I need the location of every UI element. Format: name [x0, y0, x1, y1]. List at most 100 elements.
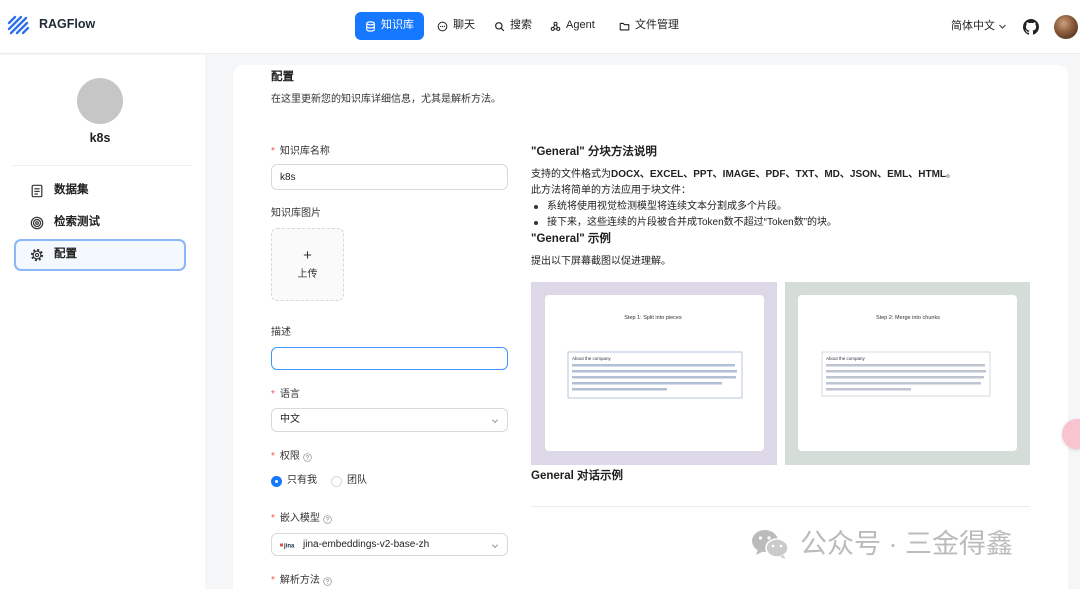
nav-label: 聊天	[453, 19, 475, 32]
bullet-dot	[534, 205, 538, 209]
language-selector[interactable]: 简体中文	[951, 20, 995, 33]
kb-name: k8s	[89, 131, 111, 145]
sidebar-divider	[12, 165, 192, 166]
nav-file-management[interactable]: 文件管理	[609, 12, 689, 40]
chevron-down-icon	[491, 419, 499, 424]
language-label: * 语言	[271, 389, 300, 401]
user-avatar[interactable]	[1054, 15, 1078, 39]
permission-label: * 权限	[271, 451, 312, 463]
configuration-card: 配置 在这里更新您的知识库详细信息，尤其是解析方法。 * 知识库名称 知识库图片…	[233, 65, 1068, 589]
sidebar-item-configuration[interactable]: 配置	[14, 239, 186, 271]
dataset-icon	[31, 184, 43, 198]
example-caption: Step 2: Merge into chunks	[876, 315, 940, 321]
required-mark: *	[271, 575, 275, 586]
section-divider	[531, 506, 1030, 507]
nav-label: 知识库	[381, 19, 414, 32]
example-description: 提出以下屏幕截图以促进理解。	[531, 256, 671, 267]
example-image-split: Step 1: Split into pieces About the comp…	[531, 282, 777, 465]
database-icon	[366, 20, 375, 32]
label-text: 语言	[279, 389, 300, 400]
jina-logo: jina	[280, 543, 295, 549]
permission-radio-group: 只有我 团队	[271, 475, 381, 487]
label-text: 权限	[279, 451, 300, 462]
chevron-down-icon	[491, 544, 499, 549]
formats-suffix: 。	[946, 169, 957, 180]
bullet-text: 接下来，这些连续的片段被合并成Token数不超过“Token数”的块。	[547, 217, 838, 228]
dialog-example-title: General 对话示例	[531, 470, 624, 482]
example-image-merge: Step 2: Merge into chunks About the comp…	[785, 282, 1030, 465]
description-input[interactable]	[271, 347, 508, 370]
method-description: 此方法将简单的方法应用于块文件：	[531, 185, 691, 196]
radio-team[interactable]: 团队	[331, 475, 367, 487]
example-text-line	[826, 364, 985, 367]
chat-icon	[437, 21, 448, 31]
sidebar-item-label: 配置	[54, 248, 77, 261]
supported-formats: 支持的文件格式为DOCX、EXCEL、PPT、IMAGE、PDF、TXT、MD、…	[531, 169, 956, 181]
parser-label: * 解析方法	[271, 575, 332, 587]
example-text-line	[826, 388, 911, 391]
bullet-dot	[534, 221, 538, 225]
language-select[interactable]: 中文	[271, 408, 508, 432]
jina-logo-text: jina	[283, 543, 295, 549]
method-bullet: 接下来，这些连续的片段被合并成Token数不超过“Token数”的块。	[531, 217, 837, 229]
example-section-heading: About the company	[572, 356, 612, 361]
label-text: 嵌入模型	[279, 513, 320, 524]
sidebar-item-dataset[interactable]: 数据集	[14, 175, 186, 207]
example-text-line	[572, 370, 737, 373]
sidebar-item-retrieval-test[interactable]: 检索测试	[14, 207, 186, 239]
retrieval-test-icon	[30, 216, 44, 230]
radio-only-me[interactable]: 只有我	[271, 475, 317, 487]
example-text-line	[572, 364, 735, 367]
ragflow-logo-icon	[7, 15, 30, 35]
example-text-line	[826, 382, 981, 385]
top-header: RAGFlow 知识库 聊天 搜索 Agent 文件管理 简体中文	[0, 0, 1080, 54]
example-section-heading: About the company	[826, 356, 866, 361]
sidebar-item-label: 数据集	[54, 184, 89, 197]
app-name: RAGFlow	[39, 17, 96, 31]
description-label: 描述	[271, 327, 291, 339]
embedding-model-value: jina-embeddings-v2-base-zh	[303, 538, 430, 550]
radio-button[interactable]	[271, 475, 282, 487]
label-text: 知识库名称	[279, 146, 330, 157]
app-logo[interactable]: RAGFlow	[0, 0, 110, 54]
chevron-down-icon[interactable]	[998, 22, 1007, 31]
github-icon[interactable]	[1023, 19, 1039, 35]
example-text-line	[572, 376, 736, 379]
radio-label: 只有我	[287, 475, 317, 486]
question-circle-icon[interactable]	[303, 452, 312, 462]
agent-icon	[550, 21, 561, 31]
radio-button[interactable]	[331, 475, 342, 487]
chunk-method-title: "General" 分块方法说明	[531, 146, 657, 158]
formats-prefix: 支持的文件格式为	[531, 169, 611, 180]
method-bullet: 系统将使用视觉检测模型将连续文本分割成多个片段。	[531, 201, 787, 213]
question-circle-icon[interactable]	[323, 576, 332, 586]
question-circle-icon[interactable]	[323, 514, 332, 524]
plus-icon: +	[303, 247, 312, 264]
language-select-value: 中文	[280, 414, 300, 425]
label-text: 解析方法	[279, 575, 320, 586]
wechat-icon	[752, 530, 789, 560]
embedding-model-select[interactable]: jina jina-embeddings-v2-base-zh	[271, 533, 508, 556]
bullet-text: 系统将使用视觉检测模型将连续文本分割成多个片段。	[547, 201, 787, 212]
nav-search[interactable]: 搜索	[484, 12, 542, 40]
nav-chat[interactable]: 聊天	[427, 12, 485, 40]
example-text-line	[572, 382, 722, 385]
kb-name-input[interactable]	[271, 164, 508, 190]
page-title: 配置	[271, 71, 294, 83]
sidebar-item-label: 检索测试	[54, 216, 100, 229]
kb-avatar	[77, 78, 123, 124]
nav-agent[interactable]: Agent	[540, 12, 605, 40]
required-mark: *	[271, 146, 275, 157]
image-upload-button[interactable]: + 上传	[271, 228, 344, 301]
nav-label: Agent	[566, 19, 595, 32]
example-caption: Step 1: Split into pieces	[624, 315, 682, 321]
example-text-line	[826, 376, 984, 379]
nav-label: 搜索	[510, 19, 532, 32]
example-text-line	[572, 388, 667, 391]
formats-list: DOCX、EXCEL、PPT、IMAGE、PDF、TXT、MD、JSON、EML…	[611, 169, 947, 180]
kb-image-label: 知识库图片	[271, 208, 321, 220]
radio-label: 团队	[347, 475, 367, 486]
example-text-line	[826, 370, 986, 373]
required-mark: *	[271, 451, 275, 462]
nav-knowledge-base[interactable]: 知识库	[355, 12, 424, 40]
